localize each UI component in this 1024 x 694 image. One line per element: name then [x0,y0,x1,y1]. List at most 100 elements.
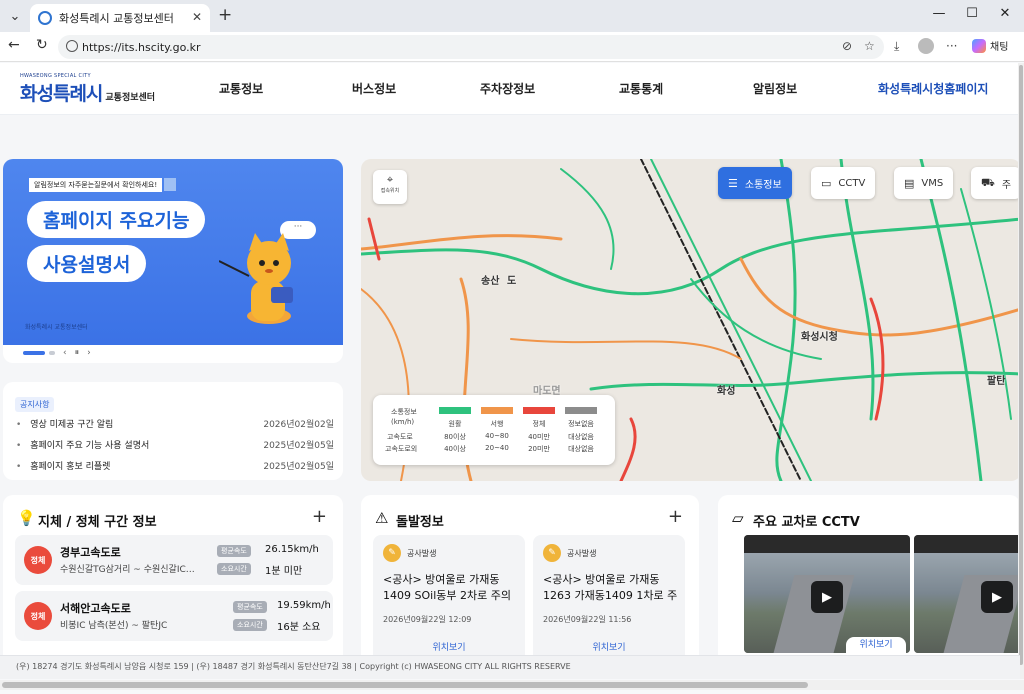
congestion-item[interactable]: 정체 경부고속도로 수원신갈TG삼거리 ~ 수원신갈IC진… 평균속도 26.1… [15,535,333,585]
profile-avatar[interactable] [918,38,934,54]
download-icon[interactable]: ⤓ [894,39,899,54]
chat-label: 채팅 [990,42,1009,53]
prev-slide-icon[interactable]: ‹ [63,348,67,358]
legend-col-name: 원활 [448,420,462,428]
tab-bar: ⌄ 화성특례시 교통정보센터 ✕ + — ☐ ✕ [0,0,1024,32]
time-label: 소요시간 [217,563,251,575]
congestion-more-button[interactable]: + [312,506,327,527]
map-btn-label: CCTV [838,177,866,189]
tab-title: 화성특례시 교통정보센터 [59,12,174,25]
jam-badge: 정체 [24,546,52,574]
nav-parking-info[interactable]: 주차장정보 [480,80,535,97]
notice-item[interactable]: 영상 미제공 구간 알림 2026년02월02일 [16,417,334,430]
horizontal-scroll-thumb[interactable] [2,682,808,688]
legend-title: 소통정보 [391,408,417,416]
camera-icon: ▭ [821,176,832,190]
time-label: 소요시간 [233,619,267,631]
site-header: HWASEONG SPECIAL CITY 화성특례시 교통정보센터 교통정보 버… [0,63,1020,115]
play-icon[interactable]: ▶ [981,581,1013,613]
chat-button[interactable]: 채팅 [972,38,1008,53]
legend-col-name: 서행 [490,420,504,428]
incident-date: 2026년09월22일 12:09 [383,615,472,624]
notice-item[interactable]: 홈페이지 홍보 리플렛 2025년02월05일 [16,459,334,472]
mascot-illustration [219,233,293,324]
promo-banner[interactable]: 알림정보의 자주묻는질문에서 확인하세요! 홈페이지 주요기능 사용설명서 ··… [3,159,343,363]
site-logo[interactable]: HWASEONG SPECIAL CITY 화성특례시 교통정보센터 [20,73,155,106]
map-btn-traffic[interactable]: ☰ 소통정보 [718,167,792,199]
vertical-scroll-thumb[interactable] [1019,65,1023,665]
close-tab-icon[interactable]: ✕ [192,10,202,24]
jam-badge: 정체 [24,602,52,630]
site-info-icon[interactable] [66,40,78,52]
favorite-star-icon[interactable]: ☆ [864,39,875,53]
congestion-title: 지체 / 정체 구간 정보 [38,515,157,530]
window-close-icon[interactable]: ✕ [990,6,1020,21]
incident-location-link[interactable]: 위치보기 [533,640,685,653]
more-menu-icon[interactable]: ··· [946,39,957,53]
traffic-map[interactable]: ⌖ 접속위치 ☰ 소통정보 ▭ CCTV ▤ VMS ⛟ 주 송산 도 화성시청 마도면… [361,159,1020,481]
tracking-prevention-icon[interactable]: ⊘ [842,39,852,53]
cctv-location-link[interactable]: 위치보기 [846,637,906,653]
traffic-legend: 소통정보 (km/h) 고속도로 고속도로외 원활 서행 정체 정보없음 80이… [373,395,615,465]
map-btn-vms[interactable]: ▤ VMS [894,167,954,199]
slide-indicator[interactable] [49,351,55,355]
legend-swatch-nodata [565,407,597,414]
horizontal-scrollbar[interactable] [0,680,1024,690]
nav-notice-info[interactable]: 알림정보 [753,80,797,97]
next-slide-icon[interactable]: › [87,348,91,358]
speed-label: 평균속도 [233,601,267,613]
map-btn-cctv[interactable]: ▭ CCTV [811,167,876,199]
speed-label: 평균속도 [217,545,251,557]
back-icon[interactable]: ← [8,37,20,53]
crosshair-icon: ⌖ [386,173,394,186]
my-location-button[interactable]: ⌖ 접속위치 [373,170,407,204]
cctv-icon: ▱ [732,509,744,527]
incidents-more-button[interactable]: + [668,506,683,527]
traffic-lines-icon: ☰ [728,176,738,190]
banner-mini-logo: 화성특례시 교통정보센터 [25,324,88,331]
footer-text: (우) 18274 경기도 화성특례시 남양읍 시청로 159 | (우) 18… [16,662,571,671]
vertical-scrollbar[interactable] [1018,63,1024,679]
legend-unit: (km/h) [391,418,415,426]
legend-col-name: 정보없음 [568,420,594,428]
nav-traffic-info[interactable]: 교통정보 [219,80,263,97]
lightbulb-icon: 💡 [17,509,36,527]
congestion-card: 💡 지체 / 정체 구간 정보 + 정체 경부고속도로 수원신갈TG삼거리 ~ … [3,495,343,679]
browser-tab[interactable]: 화성특례시 교통정보센터 ✕ [30,4,210,32]
play-icon[interactable]: ▶ [811,581,843,613]
copilot-icon [972,38,986,53]
tab-menu-chevron-icon[interactable]: ⌄ [4,6,26,26]
cctv-video[interactable]: ▶ [914,535,1020,653]
notice-title: 영상 미제공 구간 알림 [30,420,114,430]
incident-location-link[interactable]: 위치보기 [373,640,525,653]
road-section: 비봉IC 남측(본선) ~ 팔탄JC [60,621,168,631]
new-tab-icon[interactable]: + [218,5,232,25]
legend-col-name: 정체 [532,420,546,428]
map-btn-parking[interactable]: ⛟ 주 [971,167,1020,199]
maximize-icon[interactable]: ☐ [957,6,987,21]
road-section: 수원신갈TG삼거리 ~ 수원신갈IC진… [60,565,200,575]
nav-city-homepage[interactable]: 화성특례시청홈페이지 [878,80,988,97]
legend-cell: 80이상 [444,433,466,441]
minimize-icon[interactable]: — [924,6,954,21]
nav-traffic-stats[interactable]: 교통통계 [619,80,663,97]
reload-icon[interactable]: ↻ [36,37,48,53]
congestion-item[interactable]: 정체 서해안고속도로 비봉IC 남측(본선) ~ 팔탄JC 평균속도 19.59… [15,591,333,641]
speed-value: 19.59km/h [277,600,331,611]
notice-item[interactable]: 홈페이지 주요 기능 사용 설명서 2025년02월05일 [16,438,334,451]
url-bar[interactable]: https://its.hscity.go.kr [58,35,884,59]
slide-indicator-active[interactable] [23,351,45,355]
legend-cell: 대상없음 [568,433,594,441]
nav-bus-info[interactable]: 버스정보 [352,80,396,97]
car-icon: ⛟ [981,175,995,189]
cctv-video[interactable]: ▶ 위치보기 [744,535,910,653]
notice-tag[interactable]: 공지사항 [15,397,55,412]
map-label-songsan: 송산 [481,276,500,287]
legend-cell: 대상없음 [568,445,594,453]
cctv-card: ▱ 주요 교차로 CCTV ▶ 위치보기 ▶ [718,495,1020,679]
incidents-title: 돌발정보 [396,515,444,530]
map-btn-label: VMS [921,177,944,189]
map-label-do: 도 [507,276,517,287]
address-toolbar: ← ↻ https://its.hscity.go.kr ⊘ ☆ ⤓ ··· 채… [0,32,1024,62]
pause-icon[interactable]: ⏸ [75,348,80,358]
